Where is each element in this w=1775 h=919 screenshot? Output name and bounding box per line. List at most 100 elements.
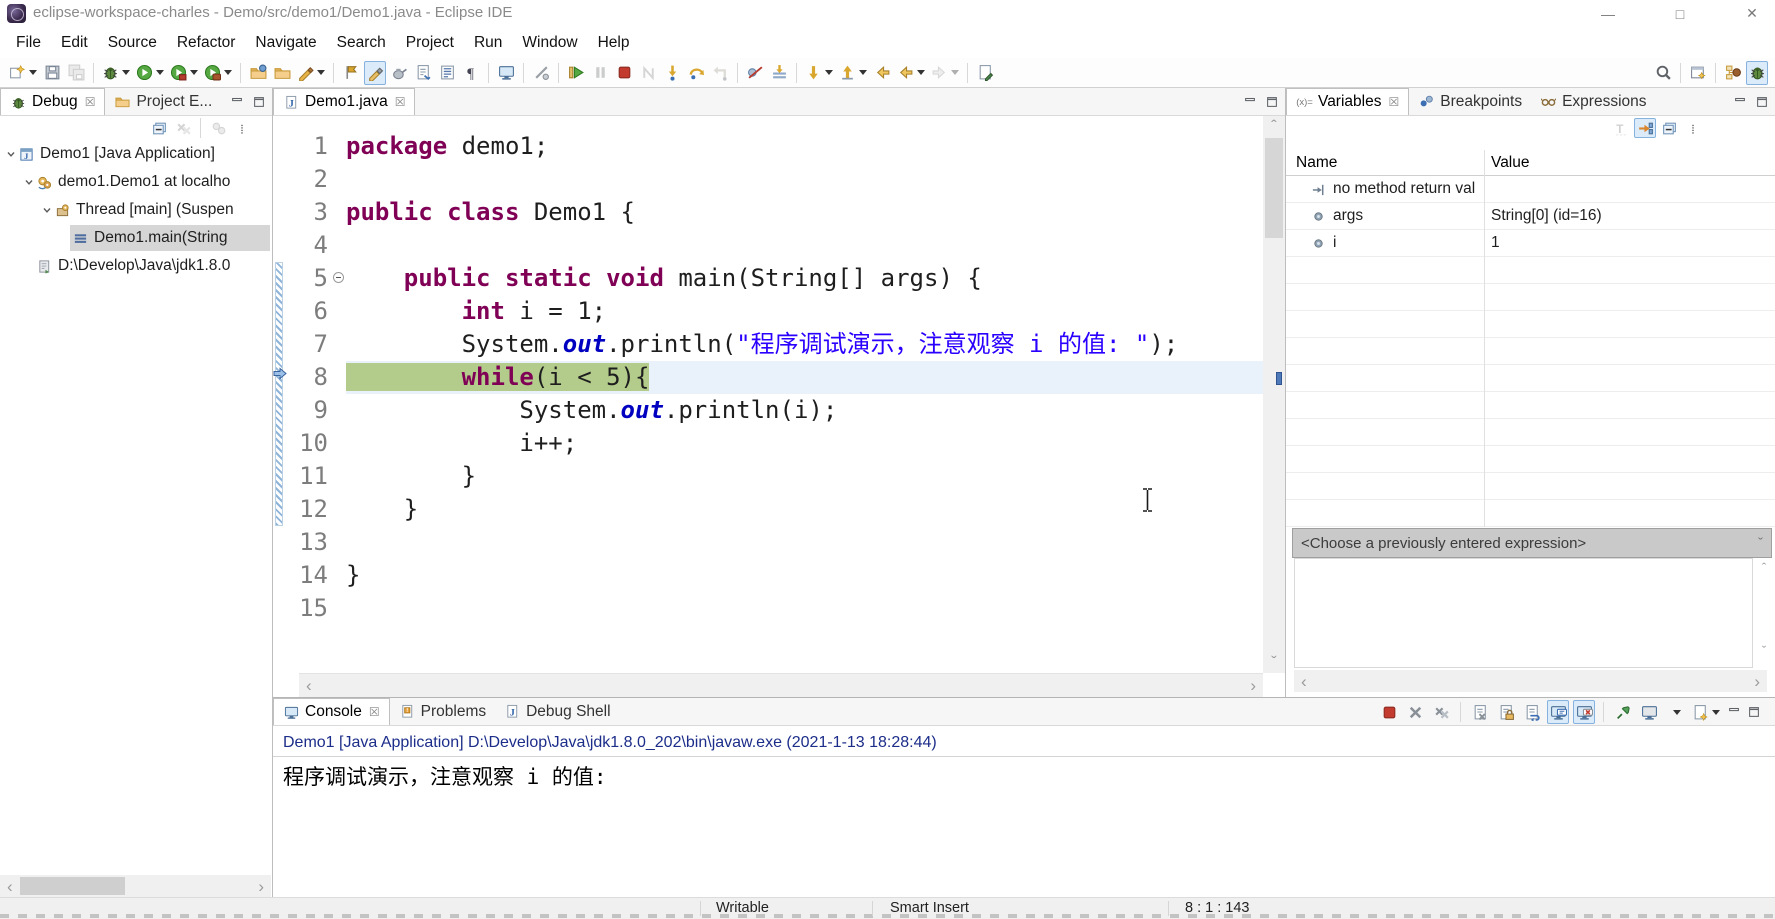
console-view-tab-console[interactable]: Console ☒ (273, 698, 390, 725)
filter-threads-button[interactable] (207, 118, 229, 138)
code-text[interactable]: System.out.println("程序调试演示，注意观察 i 的值: ")… (346, 328, 1263, 361)
console-view-tab-problems[interactable]: ! Problems (390, 698, 495, 725)
code-text[interactable]: } (346, 460, 1263, 493)
display-selected-console-button[interactable] (1638, 700, 1660, 724)
open-task-button[interactable] (412, 61, 434, 85)
variable-row-empty[interactable] (1286, 284, 1775, 311)
menu-project[interactable]: Project (396, 30, 464, 56)
variables-view-tab-variables[interactable]: (x)= Variables ☒ (1286, 88, 1410, 115)
link-with-editor-button[interactable] (530, 61, 552, 85)
back-history-button[interactable] (895, 61, 927, 85)
debug-view-tab-project-e-[interactable]: Project E... (105, 88, 221, 115)
menu-navigate[interactable]: Navigate (245, 30, 326, 56)
console-view-tab-debug-shell[interactable]: J Debug Shell (495, 698, 619, 725)
terminate-button[interactable] (613, 61, 635, 85)
close-icon[interactable]: ☒ (369, 705, 380, 719)
variable-row-args[interactable]: args String[0] (id=16) (1286, 203, 1775, 230)
scroll-right-icon[interactable]: › (251, 878, 271, 895)
minimize-view-button[interactable] (1241, 94, 1259, 110)
close-icon[interactable]: ☒ (85, 95, 96, 109)
code-text[interactable]: package demo1; (346, 130, 1263, 163)
step-return-button[interactable] (709, 61, 731, 85)
code-line-7[interactable]: 7 System.out.println("程序调试演示，注意观察 i 的值: … (273, 328, 1263, 361)
code-line-13[interactable]: 13 (273, 526, 1263, 559)
menu-run[interactable]: Run (464, 30, 512, 56)
editor-tab-demo1-java[interactable]: J Demo1.java ☒ (273, 88, 416, 115)
run-external-button[interactable] (202, 61, 234, 85)
skip-breakpoints-button[interactable] (744, 61, 766, 85)
terminate-button[interactable] (1378, 700, 1400, 724)
new-java-project-button[interactable] (247, 61, 269, 85)
java-perspective-button[interactable] (1722, 61, 1744, 85)
maximize-view-button[interactable] (1263, 94, 1281, 110)
variable-row-empty[interactable] (1286, 338, 1775, 365)
code-editor[interactable]: 1 package demo1; 2 3 public class Demo1 {4 5 … (273, 116, 1285, 697)
show-on-stdout-button[interactable] (1547, 700, 1569, 724)
minimize-view-button[interactable] (1731, 94, 1749, 110)
menu-refactor[interactable]: Refactor (167, 30, 246, 56)
window-close-button[interactable]: ✕ (1729, 0, 1775, 27)
code-line-2[interactable]: 2 (273, 163, 1263, 196)
code-lines[interactable]: 1 package demo1; 2 3 public class Demo1 {4 5 … (273, 130, 1263, 625)
code-line-14[interactable]: 14} (273, 559, 1263, 592)
code-text[interactable]: System.out.println(i); (346, 394, 1263, 427)
variables-hscrollbar[interactable]: ‹ › (1294, 670, 1767, 692)
close-icon[interactable]: ☒ (395, 95, 406, 109)
debug-tree-item[interactable]: J Demo1 [Java Application] (0, 140, 272, 168)
clear-console-button[interactable] (1469, 700, 1491, 724)
collapse-all-button[interactable] (148, 118, 170, 138)
code-text[interactable]: i++; (346, 427, 1263, 460)
column-header-name[interactable]: Name (1286, 154, 1337, 172)
open-type-button[interactable] (271, 61, 293, 85)
code-text[interactable]: public static void main(String[] args) { (346, 262, 1263, 295)
code-line-3[interactable]: 3 public class Demo1 { (273, 196, 1263, 229)
menu-search[interactable]: Search (327, 30, 396, 56)
minimize-view-button[interactable] (228, 94, 246, 110)
scroll-up-icon[interactable]: ˆ (1755, 560, 1773, 575)
show-type-names-button[interactable]: T (1610, 118, 1632, 138)
last-edit-location-button[interactable] (974, 61, 996, 85)
remove-launch-button[interactable] (1404, 700, 1426, 724)
code-text[interactable] (346, 526, 1263, 559)
next-annotation-button[interactable] (340, 61, 362, 85)
scroll-right-icon[interactable]: › (1747, 673, 1767, 690)
menu-file[interactable]: File (6, 30, 51, 56)
scroll-right-icon[interactable]: › (1243, 677, 1263, 694)
variable-row-empty[interactable] (1286, 392, 1775, 419)
debug-perspective-button[interactable] (1746, 60, 1768, 85)
code-line-4[interactable]: 4 (273, 229, 1263, 262)
resume-button[interactable] (565, 61, 587, 85)
column-header-value[interactable]: Value (1491, 154, 1530, 172)
step-into-button[interactable] (661, 61, 683, 85)
variable-row-empty[interactable] (1286, 473, 1775, 500)
pin-console-button[interactable] (1612, 700, 1634, 724)
code-text[interactable]: } (346, 559, 1263, 592)
code-line-9[interactable]: 9 System.out.println(i); (273, 394, 1263, 427)
column-divider[interactable] (1484, 150, 1485, 527)
debug-tree-item[interactable]: D:\Develop\Java\jdk1.8.0 (0, 252, 272, 280)
maximize-view-button[interactable] (1745, 704, 1763, 720)
scrollbar-thumb[interactable] (1265, 138, 1283, 238)
code-text[interactable]: } (346, 493, 1263, 526)
new-wizard-button[interactable] (7, 61, 39, 85)
forward-button[interactable] (929, 61, 961, 85)
show-logical-structure-button[interactable] (1634, 118, 1656, 138)
scroll-lock-button[interactable] (1495, 700, 1517, 724)
maximize-view-button[interactable] (1753, 94, 1771, 110)
variable-detail-pane[interactable] (1294, 558, 1753, 668)
scroll-down-icon[interactable]: ˇ (1755, 643, 1773, 658)
variables-view-tab-expressions[interactable]: Expressions (1531, 88, 1655, 115)
variable-row-empty[interactable] (1286, 500, 1775, 527)
debug-view-tab-debug[interactable]: Debug ☒ (0, 88, 106, 115)
variable-row-empty[interactable] (1286, 311, 1775, 338)
scroll-up-icon[interactable]: ˆ (1263, 116, 1285, 135)
save-button[interactable] (41, 61, 63, 85)
disconnect-button[interactable] (637, 61, 659, 85)
scroll-left-icon[interactable]: ‹ (299, 677, 319, 694)
code-text[interactable] (346, 163, 1263, 196)
window-maximize-button[interactable]: □ (1657, 0, 1703, 27)
scroll-left-icon[interactable]: ‹ (1294, 673, 1314, 690)
coverage-button[interactable] (168, 61, 200, 85)
window-minimize-button[interactable]: — (1585, 0, 1631, 27)
chevron-down-icon[interactable]: ˇ (1758, 535, 1763, 552)
